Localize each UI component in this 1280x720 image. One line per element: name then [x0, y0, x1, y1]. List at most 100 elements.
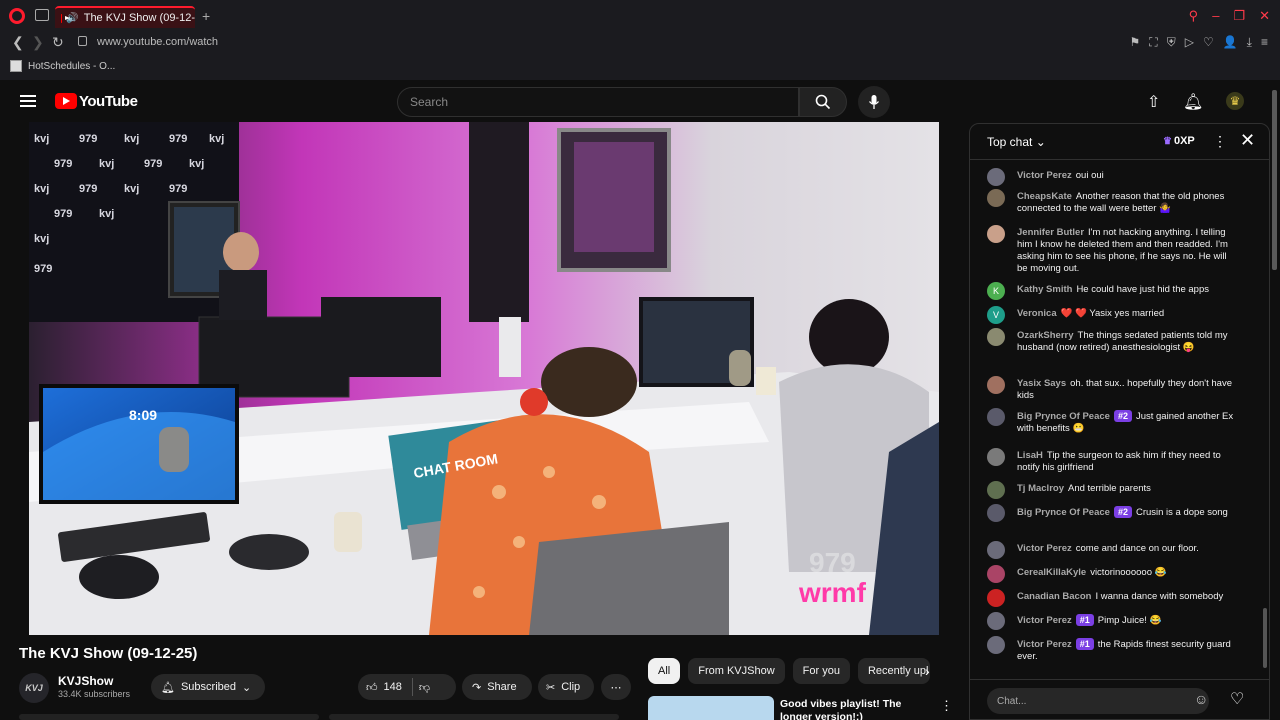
- chat-author-avatar[interactable]: [987, 504, 1005, 522]
- chip-from-channel[interactable]: From KVJShow: [688, 658, 785, 684]
- emoji-icon[interactable]: ☺: [1194, 691, 1208, 707]
- page-scrollbar[interactable]: [1272, 90, 1277, 270]
- svg-text:kvj: kvj: [99, 158, 114, 170]
- chat-author-avatar[interactable]: [987, 636, 1005, 654]
- chat-author-avatar[interactable]: V: [987, 306, 1005, 324]
- like-count[interactable]: 148: [384, 681, 402, 693]
- recommendation-thumbnail[interactable]: [648, 696, 774, 720]
- chat-author-name[interactable]: CerealKillaKyle: [1017, 567, 1086, 578]
- lock-icon[interactable]: [78, 36, 87, 46]
- kebab-menu-icon[interactable]: ⋮: [940, 698, 953, 714]
- youtube-logo-icon[interactable]: [55, 93, 77, 109]
- minimize-icon[interactable]: –: [1212, 8, 1219, 24]
- chevron-right-icon[interactable]: ›: [925, 663, 930, 679]
- heart-icon[interactable]: ♡: [1203, 35, 1214, 50]
- chip-recently-uploaded[interactable]: Recently upl: [857, 658, 930, 684]
- chat-author-avatar[interactable]: [987, 189, 1005, 207]
- chat-author-avatar[interactable]: [987, 408, 1005, 426]
- address-bar[interactable]: www.youtube.com/watch: [97, 36, 218, 48]
- chat-author-avatar[interactable]: K: [987, 282, 1005, 300]
- close-icon[interactable]: ✕: [1240, 130, 1255, 151]
- chat-author-name[interactable]: Victor Perez: [1017, 615, 1072, 626]
- chat-author-name[interactable]: OzarkSherry: [1017, 330, 1074, 341]
- chat-author-name[interactable]: Victor Perez: [1017, 170, 1072, 181]
- chevron-down-icon: ⌄: [242, 681, 252, 694]
- recommendation-title[interactable]: Good vibes playlist! The longer version!…: [780, 698, 930, 720]
- opera-menu-icon[interactable]: [9, 8, 25, 24]
- channel-avatar[interactable]: KVJ: [19, 673, 49, 703]
- chat-author-name[interactable]: Veronica: [1017, 308, 1057, 319]
- chat-author-avatar[interactable]: [987, 225, 1005, 243]
- heart-reaction-icon[interactable]: ♡: [1230, 689, 1244, 709]
- search-icon: [815, 94, 831, 110]
- back-icon[interactable]: ❮: [12, 34, 24, 51]
- bookmark-hotschedules[interactable]: HotSchedules - O...: [10, 60, 115, 72]
- chat-author-avatar[interactable]: [987, 328, 1005, 346]
- search-tabs-icon[interactable]: ⚲: [1189, 8, 1199, 24]
- menu-icon[interactable]: ≡: [1261, 35, 1268, 50]
- chip-for-you[interactable]: For you: [792, 658, 850, 684]
- maximize-icon[interactable]: ❐: [1233, 8, 1245, 24]
- search-button[interactable]: [799, 87, 847, 117]
- chat-author-avatar[interactable]: [987, 168, 1005, 186]
- chat-author-avatar[interactable]: [987, 589, 1005, 607]
- chat-author-name[interactable]: Jennifer Butler: [1017, 227, 1084, 238]
- xp-badge[interactable]: ♛ 0XP: [1163, 135, 1195, 147]
- chat-menu-icon[interactable]: ⋮: [1213, 133, 1227, 150]
- subscribed-button[interactable]: 🔔︎ Subscribed ⌄: [151, 674, 265, 700]
- shield-icon[interactable]: ⛨: [1167, 35, 1176, 50]
- chat-message-body: Jennifer Butler I'm not hacking anything.…: [1017, 227, 1237, 275]
- chat-author-name[interactable]: Canadian Bacon: [1017, 591, 1091, 602]
- chat-author-name[interactable]: Victor Perez: [1017, 639, 1072, 650]
- chat-author-name[interactable]: CheapsKate: [1017, 191, 1072, 202]
- chat-author-name[interactable]: LisaH: [1017, 450, 1043, 461]
- browser-tab-active[interactable]: 🔊 The KVJ Show (09-12-: [55, 6, 195, 28]
- chat-author-name[interactable]: Yasix Says: [1017, 378, 1066, 389]
- chat-author-name[interactable]: Big Prynce Of Peace: [1017, 411, 1110, 422]
- chat-author-name[interactable]: Victor Perez: [1017, 543, 1072, 554]
- video-player[interactable]: kvj 979 kvj 979 kvj 979 kvj 979 kvj kvj 979 kvj 97…: [29, 122, 939, 635]
- voice-search-button[interactable]: [858, 86, 890, 118]
- chat-message-body: LisaH Tip the surgeon to ask him if they …: [1017, 450, 1237, 474]
- chat-author-name[interactable]: Kathy Smith: [1017, 284, 1072, 295]
- chat-author-name[interactable]: Big Prynce Of Peace: [1017, 507, 1110, 518]
- crown-icon: ♛: [1163, 135, 1172, 147]
- youtube-wordmark[interactable]: YouTube: [79, 93, 138, 110]
- snapshot-icon[interactable]: ⛶: [1149, 35, 1157, 50]
- hamburger-menu-icon[interactable]: [20, 95, 36, 107]
- chat-author-avatar[interactable]: [987, 612, 1005, 630]
- chat-author-avatar[interactable]: [987, 376, 1005, 394]
- chat-author-name[interactable]: Tj Maclroy: [1017, 483, 1064, 494]
- chat-mode-dropdown[interactable]: Top chat ⌄: [987, 135, 1046, 149]
- pin-icon[interactable]: ⚑: [1130, 35, 1141, 50]
- like-icon[interactable]: 👍︎: [366, 681, 378, 694]
- svg-text:979: 979: [169, 183, 187, 195]
- upload-icon[interactable]: ⇧: [1147, 92, 1160, 112]
- channel-name[interactable]: KVJShow: [58, 674, 113, 688]
- reload-icon[interactable]: ↻: [52, 34, 64, 51]
- chat-input[interactable]: Chat...: [987, 688, 1209, 714]
- search-input[interactable]: Search: [397, 87, 799, 117]
- video-frame: kvj 979 kvj 979 kvj 979 kvj 979 kvj kvj 979 kvj 97…: [29, 122, 939, 635]
- account-avatar[interactable]: ♛: [1226, 92, 1244, 110]
- account-icon[interactable]: 👤: [1223, 35, 1238, 50]
- share-icon: ↷: [472, 681, 482, 694]
- chat-scrollbar[interactable]: [1263, 608, 1267, 668]
- forward-icon[interactable]: ❯: [32, 34, 44, 51]
- download-icon[interactable]: ⤓: [1247, 35, 1252, 50]
- description-placeholder: [19, 712, 619, 720]
- clip-button[interactable]: ✂ Clip: [538, 674, 594, 700]
- chat-author-avatar[interactable]: [987, 448, 1005, 466]
- chat-author-avatar[interactable]: [987, 565, 1005, 583]
- close-window-icon[interactable]: ✕: [1259, 8, 1270, 24]
- share-button[interactable]: ↷ Share: [462, 674, 532, 700]
- chat-author-avatar[interactable]: [987, 481, 1005, 499]
- tab-overview-icon[interactable]: [35, 9, 49, 21]
- notifications-bell-icon[interactable]: 🔔︎: [1183, 92, 1203, 112]
- dislike-icon[interactable]: 👎︎: [419, 681, 430, 694]
- more-actions-button[interactable]: ⋯: [601, 674, 631, 700]
- chat-author-avatar[interactable]: [987, 541, 1005, 559]
- play-icon[interactable]: ▷: [1185, 35, 1194, 50]
- chip-all[interactable]: All: [648, 658, 681, 684]
- new-tab-button[interactable]: +: [202, 8, 210, 24]
